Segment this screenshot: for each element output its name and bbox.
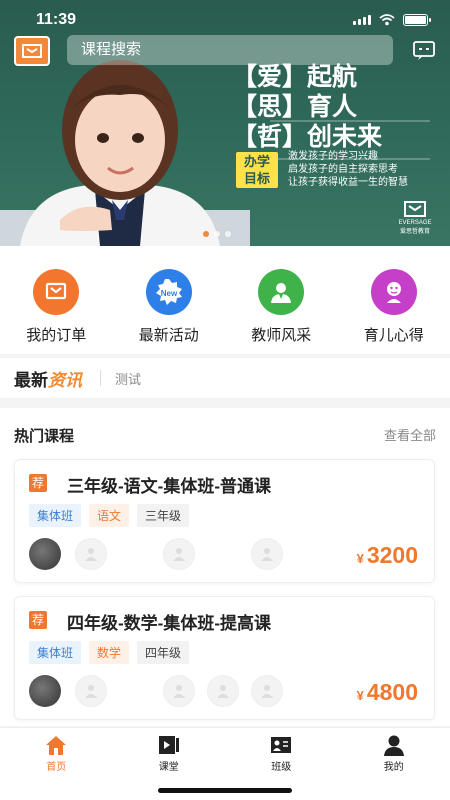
course-tag: 集体班 (29, 504, 82, 527)
avatar-placeholder-icon (207, 675, 239, 707)
tab-label: 首页 (46, 762, 67, 773)
slogan-line: 【思】育人 (232, 93, 358, 121)
status-time: 11:39 (36, 11, 77, 28)
quick-menu: 我的订单 New 最新活动 教师风采 育儿心得 (0, 246, 450, 354)
course-tag: 集体班 (29, 641, 82, 664)
signal-icon (353, 15, 371, 25)
news-title-b: 资讯 (48, 370, 82, 390)
app-logo-icon[interactable] (14, 36, 50, 66)
tab-profile[interactable]: 我的 (338, 728, 450, 800)
quick-item-label: 我的订单 (26, 327, 87, 344)
price-value: 3200 (366, 542, 418, 568)
banner-photo (0, 60, 250, 246)
avatar-placeholder-icon (163, 675, 195, 707)
avatar-placeholder-icon (75, 675, 107, 707)
sub-line: 激发孩子的学习兴趣 (288, 151, 378, 162)
course-price: ¥3200 (357, 542, 418, 569)
corner-logo-text: EVERSAGE 爱思哲教育 (398, 220, 432, 235)
course-tag: 数学 (89, 641, 130, 664)
order-icon (33, 269, 80, 315)
hero-banner[interactable]: 11:39 课程搜索 【爱】起航 【思】育人 【哲】创未来 办学 目标 激发孩子… (0, 0, 450, 246)
teacher-avatars (29, 675, 289, 707)
carousel-dots (203, 231, 231, 237)
course-title: 三年级-语文-集体班-普通课 (67, 477, 271, 496)
quick-item-label: 育儿心得 (363, 327, 424, 344)
news-item[interactable]: 测试 (115, 369, 141, 388)
hot-courses-section: 热门课程 查看全部 荐 三年级-语文-集体班-普通课 集体班 语文 三年级 ¥3… (0, 408, 450, 726)
teacher-avatars (29, 538, 289, 570)
home-icon (46, 736, 67, 755)
battery-icon (403, 14, 431, 26)
badge-line: 办学 (243, 154, 270, 169)
section-title: 热门课程 (14, 428, 75, 445)
quick-item-label: 最新活动 (138, 327, 199, 344)
new-icon: New (145, 269, 192, 315)
news-bar[interactable]: 最新资讯 测试 (0, 358, 450, 398)
avatar-placeholder-icon (251, 675, 283, 707)
banner-corner-logo: EVERSAGE 爱思哲教育 (396, 200, 434, 235)
quick-item-orders[interactable]: 我的订单 (0, 246, 113, 354)
classroom-icon (158, 736, 179, 754)
news-title-a: 最新 (14, 370, 48, 390)
course-tag: 四年级 (137, 641, 190, 664)
sub-line: 启发孩子的自主探索思考 (288, 164, 398, 175)
parenting-icon (370, 269, 417, 315)
quick-item-label: 教师风采 (251, 327, 312, 344)
avatar-placeholder-icon (75, 538, 107, 570)
badge-line: 目标 (243, 171, 270, 186)
course-card[interactable]: 荐 三年级-语文-集体班-普通课 集体班 语文 三年级 ¥3200 (14, 459, 435, 583)
course-title: 四年级-数学-集体班-提高课 (67, 614, 271, 633)
home-indicator (158, 788, 292, 793)
view-all-link[interactable]: 查看全部 (384, 425, 436, 446)
avatar (29, 538, 61, 570)
banner-subtext: 激发孩子的学习兴趣 启发孩子的自主探索思考 让孩子获得收益一生的智慧 (288, 150, 408, 189)
slogan-line: 【爱】起航 (232, 63, 358, 91)
course-card[interactable]: 荐 四年级-数学-集体班-提高课 集体班 数学 四年级 ¥4800 (14, 596, 435, 720)
sub-line: 让孩子获得收益一生的智慧 (288, 177, 408, 188)
recommend-badge: 荐 (29, 611, 47, 629)
avatar-placeholder-icon (251, 538, 283, 570)
course-tag: 三年级 (137, 504, 190, 527)
divider (100, 370, 101, 386)
status-bar: 11:39 (0, 0, 450, 40)
course-tag: 语文 (89, 504, 130, 527)
tab-label: 我的 (383, 762, 404, 773)
wifi-icon (379, 14, 395, 26)
quick-item-teachers[interactable]: 教师风采 (225, 246, 338, 354)
tab-label: 课堂 (158, 762, 179, 773)
message-icon[interactable] (412, 38, 436, 62)
quick-item-activities[interactable]: New 最新活动 (113, 246, 226, 354)
avatar-placeholder-icon (163, 538, 195, 570)
price-value: 4800 (366, 679, 418, 705)
svg-text:New: New (161, 289, 178, 298)
class-icon (271, 737, 292, 753)
tab-home[interactable]: 首页 (0, 728, 113, 800)
avatar (29, 675, 61, 707)
quick-item-parenting[interactable]: 育儿心得 (338, 246, 450, 354)
tab-label: 班级 (271, 762, 292, 773)
currency-symbol: ¥ (356, 688, 364, 703)
carousel-dot[interactable] (203, 231, 209, 237)
recommend-badge: 荐 (29, 474, 47, 492)
currency-symbol: ¥ (356, 551, 364, 566)
course-price: ¥4800 (357, 679, 418, 706)
carousel-dot[interactable] (214, 231, 220, 237)
banner-badge: 办学 目标 (236, 152, 278, 188)
search-input[interactable]: 课程搜索 (67, 35, 393, 65)
carousel-dot[interactable] (225, 231, 231, 237)
teacher-icon (258, 269, 305, 315)
profile-icon (383, 735, 404, 756)
news-title: 最新资讯 (14, 366, 82, 391)
banner-slogan: 【爱】起航 【思】育人 【哲】创未来 (232, 62, 382, 152)
slogan-line: 【哲】创未来 (232, 123, 383, 151)
